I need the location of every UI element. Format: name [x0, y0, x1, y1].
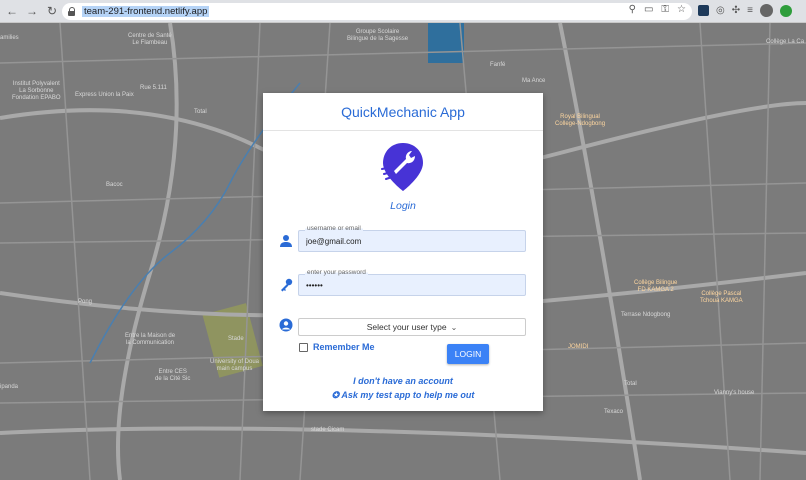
map-poi[interactable]: Entre la Maison de la Communication [125, 333, 175, 347]
password-input[interactable]: •••••• [306, 281, 506, 290]
test-app-link[interactable]: ✪ Ask my test app to help me out [263, 390, 543, 401]
map-poi[interactable]: Terrase Ndogbong [621, 312, 670, 319]
map-poi[interactable]: Royal Bilingual College-Ndogbong [555, 114, 605, 128]
password-field[interactable]: enter your password •••••• [298, 269, 526, 296]
key-icon [281, 278, 293, 292]
browser-toolbar: ← → ↻ team-291-frontend.netlify.app ⚲ ▭ … [0, 0, 806, 23]
map-poi[interactable]: Express Union la Paix [75, 92, 134, 99]
map-poi[interactable]: Entre CES de la Cité Sic [155, 369, 190, 383]
map-poi[interactable]: Institut Polyvalent La Sorbonne Fondatio… [12, 81, 61, 102]
forward-icon[interactable]: → [24, 3, 40, 19]
map-poi[interactable]: amilies [0, 35, 19, 42]
map-poi[interactable]: Pong [78, 299, 92, 306]
map-poi[interactable]: Fanfé [490, 62, 505, 69]
login-card: QuickMechanic App Login username or emai… [263, 93, 543, 411]
map-poi[interactable]: Collège Bilingue FD KAMGA 2 [634, 280, 677, 294]
map-poi[interactable]: stade Cicam [311, 427, 344, 434]
map-poi[interactable]: University of Doua main campus [210, 359, 259, 373]
map-poi[interactable]: ipanda [0, 384, 18, 391]
remember-me-checkbox[interactable] [299, 343, 308, 352]
password-label: enter your password [305, 269, 368, 276]
url-text[interactable]: team-291-frontend.netlify.app [82, 6, 210, 17]
map-poi[interactable]: Ma Ance [522, 78, 545, 85]
user-icon [280, 235, 292, 247]
map-poi[interactable]: Total [624, 381, 637, 388]
map-poi[interactable]: Vianny's house [714, 390, 754, 397]
status-icon[interactable] [779, 4, 792, 17]
address-bar[interactable]: team-291-frontend.netlify.app ⚲ ▭ ⚿ ☆ [62, 3, 692, 20]
extension-circle-icon[interactable]: ◎ [716, 5, 725, 16]
map-poi[interactable]: Total [194, 109, 207, 116]
map-poi[interactable]: JOMIDI [568, 344, 588, 351]
map-poi[interactable]: Collège Pascal Tchoua KAMGA [700, 291, 743, 305]
reload-icon[interactable]: ↻ [44, 3, 60, 19]
map-poi[interactable]: Groupe Scolaire Bilingue de la Sagesse [347, 29, 408, 43]
no-account-link[interactable]: I don't have an account [263, 376, 543, 386]
app-title: QuickMechanic App [341, 103, 465, 120]
cast-icon[interactable]: ▭ [644, 4, 653, 15]
wrench-location-logo-icon [381, 143, 423, 191]
key-icon[interactable]: ⚿ [661, 4, 669, 15]
reading-list-icon[interactable]: ≡ [747, 5, 753, 16]
login-button[interactable]: LOGIN [447, 344, 489, 364]
remember-me-label[interactable]: Remember Me [313, 342, 375, 352]
lake-shape [428, 23, 464, 63]
map-poi[interactable]: Stade [228, 336, 244, 343]
map-poi[interactable]: Centre de Santé Le Flambeau [128, 33, 172, 47]
back-icon[interactable]: ← [4, 3, 20, 19]
profile-avatar[interactable] [759, 4, 773, 17]
map-poi[interactable]: Rue 5.111 [140, 85, 167, 92]
map-poi[interactable]: Collège La Ca [766, 39, 804, 46]
user-type-select[interactable]: Select your user type ⌄ [298, 318, 526, 336]
map-poi[interactable]: Texaco [604, 409, 623, 416]
card-header: QuickMechanic App [263, 93, 543, 131]
lock-icon [68, 7, 76, 16]
user-circle-icon [279, 318, 293, 332]
chevron-down-icon: ⌄ [450, 322, 458, 332]
map-poi[interactable]: Bacoc [106, 182, 123, 189]
user-type-placeholder: Select your user type [366, 322, 447, 332]
location-icon[interactable]: ⚲ [629, 4, 636, 15]
extension-icon[interactable] [698, 5, 709, 16]
login-heading: Login [390, 200, 416, 212]
puzzle-icon[interactable]: ✣ [732, 5, 740, 16]
username-label: username or email [305, 225, 363, 232]
username-field[interactable]: username or email [298, 225, 526, 252]
star-icon[interactable]: ☆ [677, 4, 686, 15]
username-input[interactable] [306, 237, 506, 246]
